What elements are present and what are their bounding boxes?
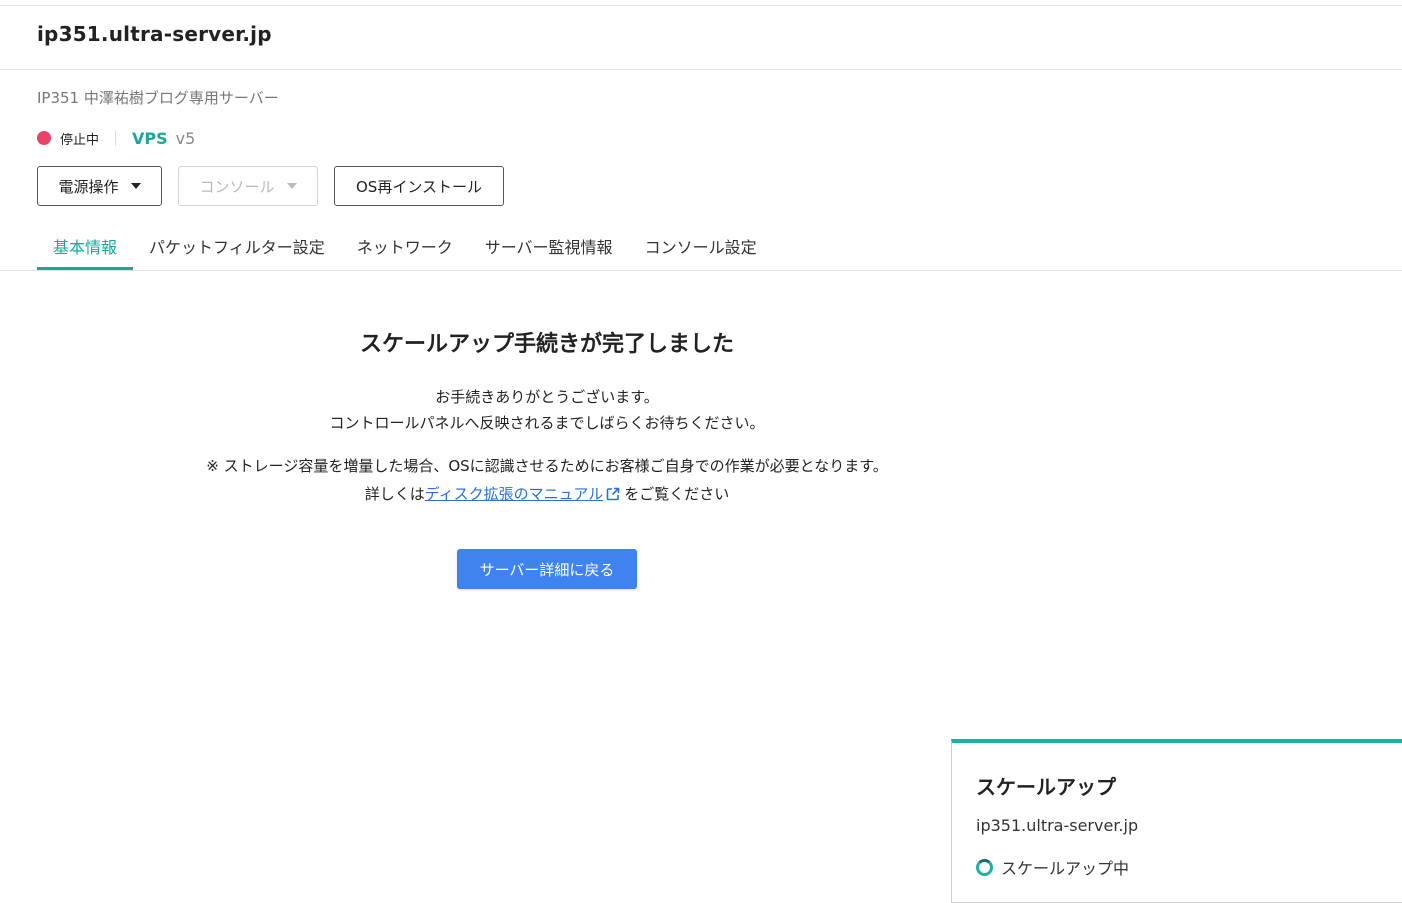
completion-thanks-text: お手続きありがとうございます。 [435, 388, 659, 406]
caret-down-icon [286, 183, 297, 189]
console-button: コンソール [178, 166, 318, 206]
caret-down-icon [130, 183, 141, 189]
os-reinstall-label: OS再インストール [355, 177, 483, 196]
manual-reference-text: 詳しくはディスク拡張のマニュアル をご覧ください [0, 483, 1094, 504]
power-operation-label: 電源操作 [58, 177, 119, 196]
top-divider [0, 5, 1402, 6]
notification-title: スケールアップ [976, 775, 1116, 799]
server-label: IP351 中澤祐樹ブログ専用サーバー [37, 89, 279, 107]
status-row: 停止中 VPS v5 [37, 127, 195, 149]
completion-title: スケールアップ手続きが完了しました [359, 332, 734, 357]
plan-version: v5 [175, 128, 196, 148]
manual-prefix: 詳しくは [364, 485, 425, 503]
stopped-status-dot-icon [37, 131, 51, 145]
page: ip351.ultra-server.jp IP351 中澤祐樹ブログ専用サーバ… [0, 0, 1402, 903]
spinner-icon [976, 858, 993, 876]
tab-console-settings[interactable]: コンソール設定 [629, 222, 773, 270]
tab-server-monitoring[interactable]: サーバー監視情報 [469, 222, 629, 270]
tab-bar: 基本情報 パケットフィルター設定 ネットワーク サーバー監視情報 コンソール設定 [37, 222, 773, 270]
manual-suffix: をご覧ください [624, 485, 730, 503]
notification-status-text: スケールアップ中 [1001, 859, 1130, 878]
status-badge: 停止中 [60, 132, 100, 148]
tab-network[interactable]: ネットワーク [341, 222, 469, 270]
storage-note-text: ※ ストレージ容量を増量した場合、OSに認識させるためにお客様ご自身での作業が必… [206, 457, 888, 475]
disk-expansion-manual-link[interactable]: ディスク拡張のマニュアル [425, 485, 604, 503]
power-operation-button[interactable]: 電源操作 [37, 166, 162, 206]
status-divider [115, 130, 117, 146]
tab-basic-info[interactable]: 基本情報 [37, 222, 134, 270]
console-label: コンソール [199, 177, 275, 196]
os-reinstall-button[interactable]: OS再インストール [334, 166, 504, 206]
notification-status: スケールアップ中 [976, 855, 1129, 879]
plan-name: VPS [132, 128, 168, 148]
back-to-server-details-button[interactable]: サーバー詳細に戻る [457, 549, 637, 589]
notification-hostname: ip351.ultra-server.jp [976, 816, 1139, 835]
tab-packet-filter[interactable]: パケットフィルター設定 [133, 222, 341, 270]
header-divider [0, 69, 1402, 70]
server-hostname-title: ip351.ultra-server.jp [37, 22, 272, 46]
completion-wait-text: コントロールパネルへ反映されるまでしばらくお待ちください。 [329, 414, 765, 432]
scaleup-notification-panel: スケールアップ ip351.ultra-server.jp スケールアップ中 [951, 739, 1402, 903]
external-link-icon[interactable] [606, 487, 620, 501]
tab-divider [0, 270, 1402, 271]
